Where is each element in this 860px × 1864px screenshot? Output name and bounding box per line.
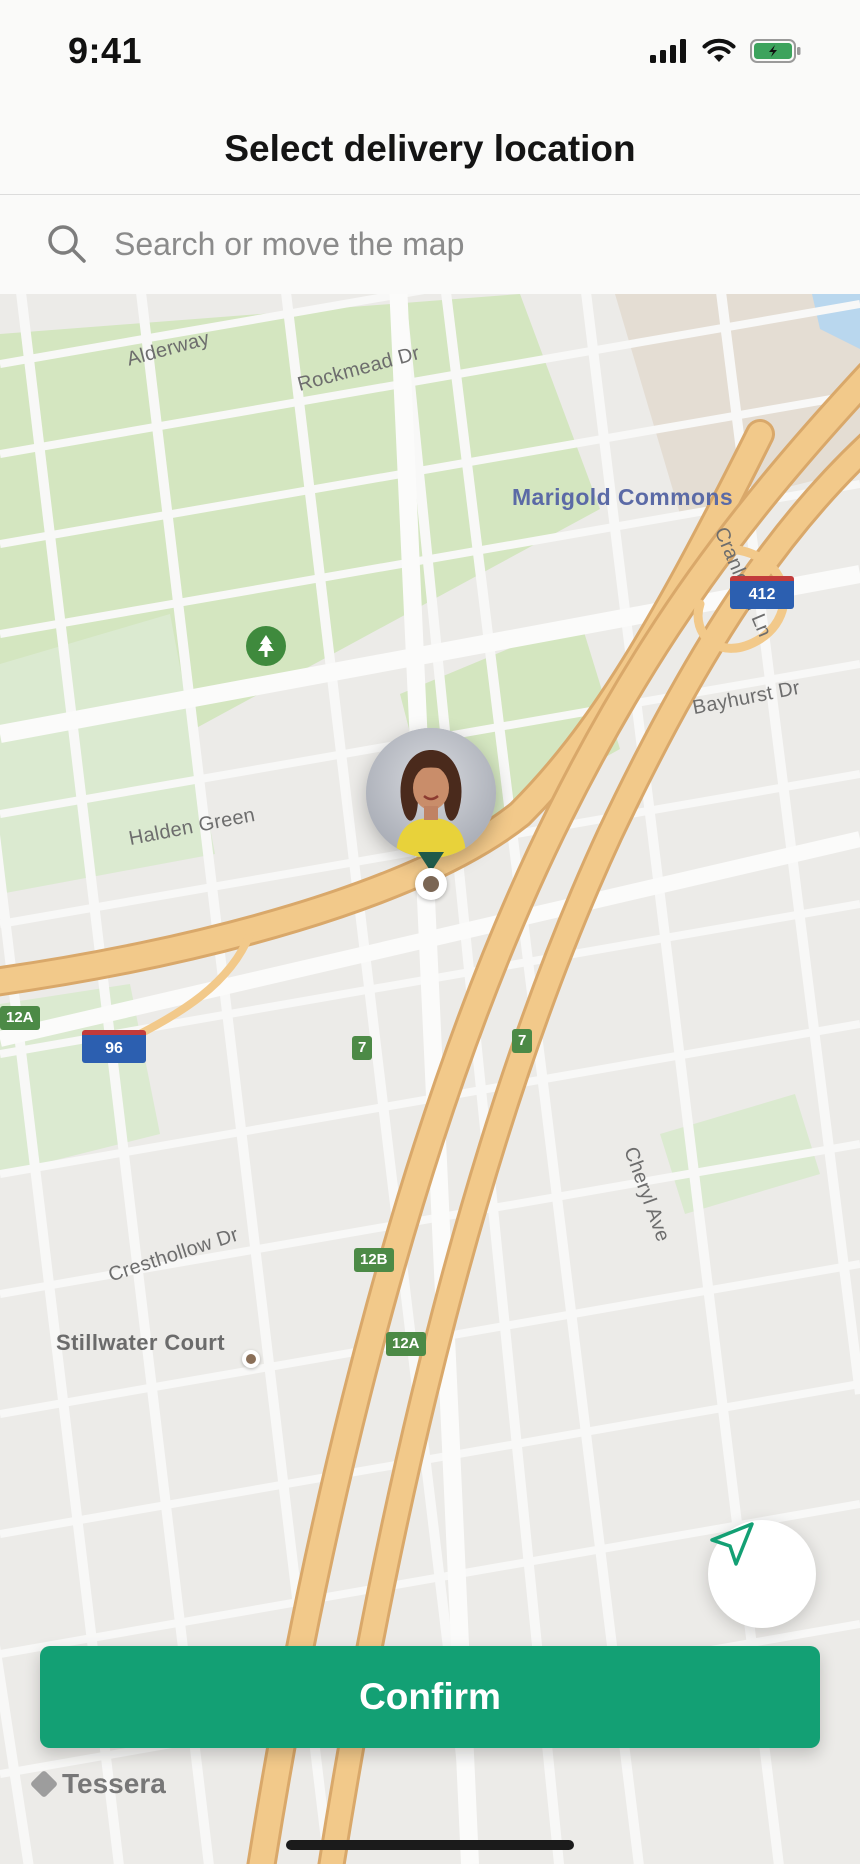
highway-shield: 412 [730,576,794,609]
highway-shield: 96 [82,1030,146,1063]
navigation-arrow-icon [710,1522,754,1566]
exit-marker: 7 [512,1029,533,1053]
brand-name: Tessera [62,1768,166,1799]
home-indicator[interactable] [286,1840,574,1850]
place-label: Stillwater Court [56,1330,225,1355]
status-time: 9:41 [68,30,143,71]
map-attribution: Tessera [29,1768,166,1800]
avatar [366,728,496,858]
status-icons [650,38,802,64]
exit-marker: 12A [0,1006,40,1030]
park-tree-icon[interactable] [246,626,286,666]
search-bar[interactable] [0,195,860,293]
exit-marker: 12B [354,1248,394,1272]
exit-marker: 7 [352,1036,373,1060]
cellular-signal-icon [650,39,686,63]
status-bar: 9:41 [0,0,860,100]
brand-logo-icon [29,1769,59,1799]
search-input[interactable] [114,217,814,271]
location-pin[interactable] [366,728,496,904]
header: Select delivery location [0,100,860,195]
search-icon [48,225,86,263]
map[interactable]: Alderway Rockmead Dr Cranleigh Ln Bayhur… [0,294,860,1864]
poi-label[interactable]: Marigold Commons [512,484,733,511]
pin-dot [415,868,447,900]
page-title: Select delivery location [224,128,636,169]
confirm-button[interactable]: Confirm [40,1646,820,1748]
place-marker-dot[interactable] [242,1350,260,1368]
battery-icon [750,39,801,63]
exit-marker: 12A [386,1332,426,1356]
locate-me-button[interactable] [708,1520,816,1628]
wifi-icon [702,38,736,62]
